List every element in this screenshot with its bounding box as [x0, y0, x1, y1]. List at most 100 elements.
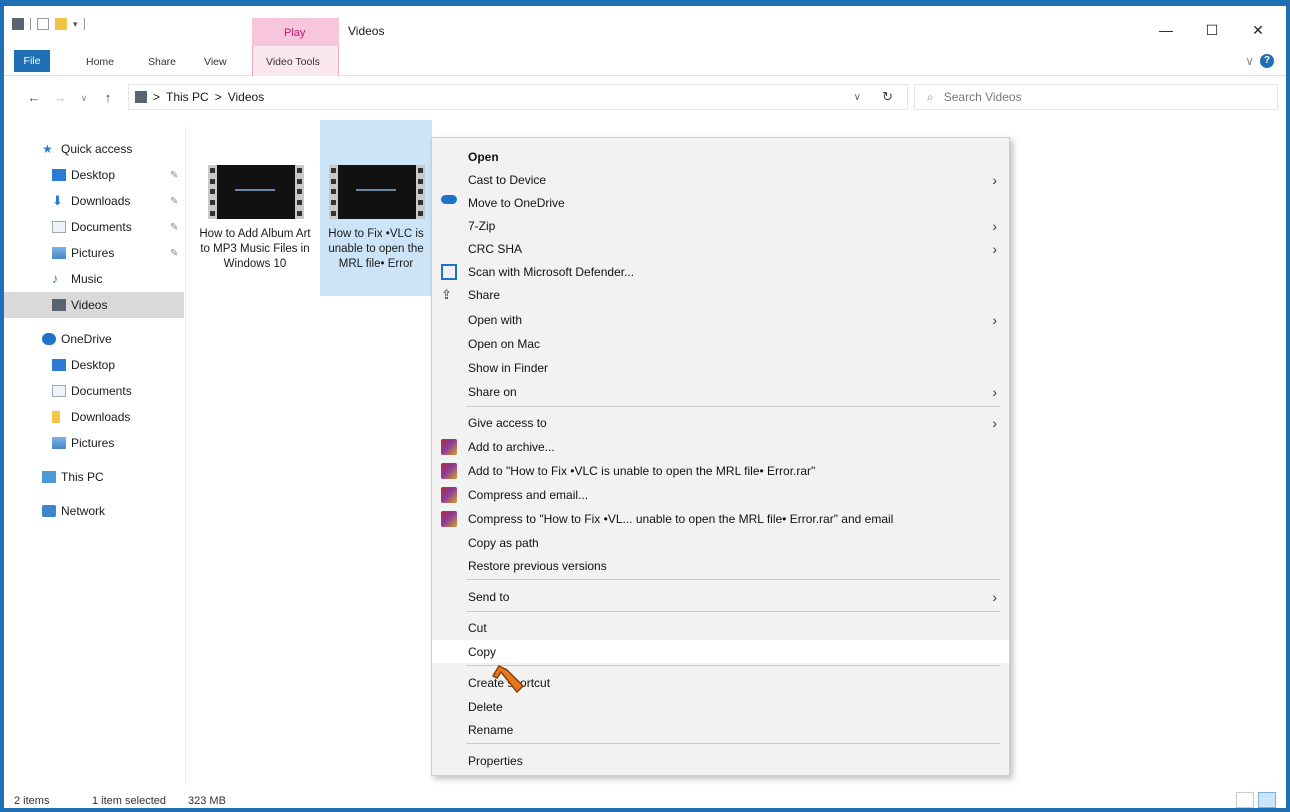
cloud-icon	[42, 333, 56, 345]
sidebar-item-label: Music	[71, 272, 103, 286]
defender-icon	[441, 263, 457, 280]
tab-file[interactable]: File	[14, 50, 50, 72]
tab-share[interactable]: Share	[148, 52, 176, 72]
sidebar-item-label: Desktop	[71, 358, 116, 372]
sidebar-item-videos[interactable]: Videos	[4, 292, 184, 318]
menu-item-copy[interactable]: Copy	[432, 640, 1009, 663]
close-button[interactable]: ✕	[1248, 20, 1268, 40]
menu-item-cut[interactable]: Cut	[432, 616, 1009, 639]
submenu-chevron-icon: ›	[992, 588, 997, 605]
customize-toolbar-chevron-icon[interactable]: ▾	[73, 19, 78, 30]
refresh-icon[interactable]: ↻	[882, 89, 893, 105]
menu-item-send-to[interactable]: Send to ›	[432, 585, 1009, 608]
details-view-icon[interactable]	[1236, 792, 1254, 808]
properties-icon[interactable]	[37, 18, 49, 30]
sidebar-item-label: Documents	[71, 384, 132, 398]
menu-item-restore-previous-versions[interactable]: Restore previous versions	[432, 554, 1009, 577]
back-arrow-icon[interactable]: ←	[26, 90, 42, 105]
sidebar-item-desktop[interactable]: Desktop ✎	[4, 162, 184, 188]
menu-item-show-in-finder[interactable]: Show in Finder	[432, 356, 1009, 379]
large-icons-view-icon[interactable]	[1258, 792, 1276, 808]
recent-locations-chevron-icon[interactable]: ∨	[76, 93, 92, 104]
view-toggle	[1236, 792, 1276, 808]
menu-item-properties[interactable]: Properties	[432, 749, 1009, 772]
menu-item-7zip[interactable]: 7-Zip ›	[432, 214, 1009, 237]
winrar-icon	[441, 486, 457, 503]
tab-video-tools[interactable]: Video Tools	[252, 46, 339, 76]
menu-item-move-to-onedrive[interactable]: Move to OneDrive	[432, 191, 1009, 214]
sidebar-item-onedrive-documents[interactable]: Documents	[4, 378, 184, 404]
menu-item-open[interactable]: Open	[432, 145, 1009, 168]
sidebar-item-quick-access[interactable]: ★ Quick access	[4, 136, 184, 162]
sidebar-item-music[interactable]: ♪ Music	[4, 266, 184, 292]
submenu-chevron-icon: ›	[992, 311, 997, 328]
pin-icon[interactable]: ✎	[170, 170, 178, 181]
tab-home[interactable]: Home	[86, 52, 114, 72]
new-folder-icon[interactable]	[55, 18, 67, 30]
sidebar-item-documents[interactable]: Documents ✎	[4, 214, 184, 240]
menu-item-open-with[interactable]: Open with ›	[432, 308, 1009, 331]
breadcrumb-this-pc[interactable]: This PC	[166, 90, 209, 104]
sidebar-item-onedrive-pictures[interactable]: Pictures	[4, 430, 184, 456]
toolbar-divider	[83, 18, 85, 30]
forward-arrow-icon[interactable]: →	[52, 90, 68, 105]
pin-icon[interactable]: ✎	[170, 196, 178, 207]
breadcrumb-separator: >	[153, 90, 161, 104]
file-item[interactable]: How to Add Album Art to MP3 Music Files …	[199, 120, 311, 296]
sidebar-item-label: Quick access	[61, 142, 133, 156]
sidebar-item-label: Pictures	[71, 436, 115, 450]
desktop-icon	[52, 169, 66, 181]
file-item-selected[interactable]: How to Fix •VLC is unable to open the MR…	[320, 120, 432, 296]
documents-icon	[52, 385, 66, 397]
status-bar: 2 items 1 item selected 323 MB	[4, 790, 1286, 812]
menu-item-compress-to-rar-email[interactable]: Compress to "How to Fix •VL... unable to…	[432, 507, 1009, 530]
address-history-chevron-icon[interactable]: ∨	[854, 92, 861, 103]
tab-view[interactable]: View	[204, 52, 227, 72]
toolbar-divider	[30, 18, 31, 30]
pin-icon[interactable]: ✎	[170, 222, 178, 233]
menu-item-share[interactable]: ⇪ Share	[432, 283, 1009, 306]
pin-icon[interactable]: ✎	[170, 248, 178, 259]
menu-item-rename[interactable]: Rename	[432, 718, 1009, 741]
up-arrow-icon[interactable]: ↑	[100, 90, 116, 105]
menu-item-crc-sha[interactable]: CRC SHA ›	[432, 237, 1009, 260]
film-strip	[416, 165, 425, 219]
sidebar-item-downloads[interactable]: ⬇ Downloads ✎	[4, 188, 184, 214]
sidebar-item-pictures[interactable]: Pictures ✎	[4, 240, 184, 266]
submenu-chevron-icon: ›	[992, 217, 997, 234]
menu-item-cast-to-device[interactable]: Cast to Device ›	[432, 168, 1009, 191]
sidebar-item-this-pc[interactable]: This PC	[4, 464, 184, 490]
maximize-button[interactable]: ☐	[1202, 20, 1222, 40]
menu-item-open-on-mac[interactable]: Open on Mac	[432, 332, 1009, 355]
sidebar-item-label: Downloads	[71, 410, 131, 424]
sidebar-item-network[interactable]: Network	[4, 498, 184, 524]
menu-item-add-to-rar[interactable]: Add to "How to Fix •VLC is unable to ope…	[432, 459, 1009, 482]
expand-ribbon-chevron-icon[interactable]: ∨	[1245, 54, 1254, 68]
sidebar-item-onedrive[interactable]: OneDrive	[4, 326, 184, 352]
minimize-button[interactable]: —	[1156, 20, 1176, 40]
menu-item-add-to-archive[interactable]: Add to archive...	[432, 435, 1009, 458]
address-bar[interactable]: > This PC > Videos ∨ ↻	[128, 84, 908, 110]
sidebar-item-label: Downloads	[71, 194, 131, 208]
item-count: 2 items	[14, 795, 50, 807]
sidebar-item-onedrive-desktop[interactable]: Desktop	[4, 352, 184, 378]
menu-item-share-on[interactable]: Share on ›	[432, 380, 1009, 403]
tab-video-tools-label: Video Tools	[266, 56, 320, 68]
menu-item-scan-defender[interactable]: Scan with Microsoft Defender...	[432, 260, 1009, 283]
file-name: How to Fix •VLC is unable to open the MR…	[328, 228, 424, 270]
search-input[interactable]: ⌕ Search Videos	[914, 84, 1278, 110]
play-context-label: Play	[284, 27, 306, 39]
sidebar-item-label: Documents	[71, 220, 132, 234]
share-icon: ⇪	[441, 286, 452, 302]
menu-item-give-access-to[interactable]: Give access to ›	[432, 411, 1009, 434]
help-icon[interactable]: ?	[1260, 54, 1274, 68]
menu-item-compress-and-email[interactable]: Compress and email...	[432, 483, 1009, 506]
folder-icon	[52, 411, 60, 423]
explorer-app-icon	[12, 18, 24, 30]
video-thumbnail	[329, 165, 425, 219]
sidebar-item-onedrive-downloads[interactable]: Downloads	[4, 404, 184, 430]
menu-item-copy-as-path[interactable]: Copy as path	[432, 531, 1009, 554]
breadcrumb-videos[interactable]: Videos	[228, 90, 264, 104]
window-title: Videos	[348, 24, 385, 38]
selection-count: 1 item selected	[92, 795, 166, 807]
